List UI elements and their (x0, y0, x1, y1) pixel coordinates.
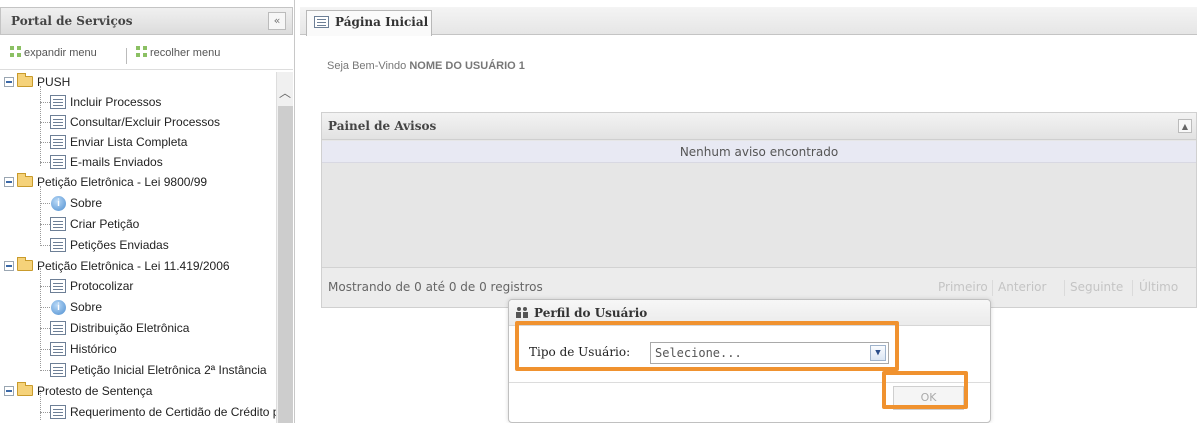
tree-item-enviar-lista[interactable]: Enviar Lista Completa (0, 132, 276, 152)
tree-item-requerimento[interactable]: Requerimento de Certidão de Crédito p (0, 402, 276, 422)
user-type-label: Tipo de Usuário: (529, 345, 631, 359)
tree-item-historico[interactable]: Histórico (0, 339, 276, 359)
user-type-select[interactable]: Selecione... ▼ (650, 342, 889, 364)
tree-item-peticoes-enviadas[interactable]: Petições Enviadas (0, 235, 276, 255)
notices-title: Painel de Avisos (328, 119, 437, 133)
document-icon (50, 95, 66, 109)
tree-label: PUSH (37, 75, 71, 89)
tree-item-distribuicao[interactable]: Distribuição Eletrônica (0, 318, 276, 338)
document-icon (50, 135, 66, 149)
scroll-up-icon[interactable]: ︿ (279, 84, 291, 101)
folder-icon (17, 382, 33, 396)
tree-item-incluir-processos[interactable]: Incluir Processos (0, 92, 276, 112)
user-type-selected-value: Selecione... (655, 346, 742, 360)
tree-label: Enviar Lista Completa (70, 135, 188, 149)
collapse-icon (136, 46, 148, 58)
tree-label: Petição Eletrônica - Lei 9800/99 (37, 175, 208, 189)
tree-label: Sobre (70, 300, 103, 314)
document-icon (50, 238, 66, 252)
folder-icon (17, 73, 33, 87)
tree-item-criar-peticao[interactable]: Criar Petição (0, 214, 276, 234)
page-icon (314, 16, 329, 28)
tab-home-label: Página Inicial (335, 15, 429, 29)
tree-scrollbar[interactable]: ︿ (276, 72, 293, 423)
pager-last-button[interactable]: Último (1139, 280, 1178, 294)
tree-folder-peticao-9800[interactable]: Petição Eletrônica - Lei 9800/99 (0, 172, 276, 192)
document-icon (50, 115, 66, 129)
info-icon: i (51, 196, 66, 211)
expand-menu-label: expandir menu (24, 47, 97, 59)
tree-item-peticao-inicial[interactable]: Petição Inicial Eletrônica 2ª Instância (0, 360, 276, 380)
collapse-panel-icon[interactable]: ▲ (1178, 119, 1192, 133)
scrollbar-thumb[interactable] (278, 106, 293, 423)
tree-folder-peticao-11419[interactable]: Petição Eletrônica - Lei 11.419/2006 (0, 256, 276, 276)
document-icon (50, 405, 66, 419)
tree-item-sobre-11419[interactable]: i Sobre (0, 297, 276, 317)
collapse-toggle-icon[interactable] (4, 77, 14, 87)
notices-empty-row: Nenhum aviso encontrado (322, 141, 1196, 163)
document-icon (50, 342, 66, 356)
left-panel-title: Portal de Serviços (11, 14, 133, 28)
pager-next-button[interactable]: Seguinte (1070, 280, 1123, 294)
folder-icon (17, 173, 33, 187)
tree-item-sobre-9800[interactable]: i Sobre (0, 193, 276, 213)
tree-label: Petição Inicial Eletrônica 2ª Instância (70, 363, 267, 377)
tree-item-emails-enviados[interactable]: E-mails Enviados (0, 152, 276, 172)
menu-toolbar: expandir menu recolher menu (0, 40, 293, 70)
records-info: Mostrando de 0 até 0 de 0 registros (328, 280, 543, 294)
left-panel-header: Portal de Serviços « (0, 7, 293, 35)
tree-label: Sobre (70, 196, 103, 210)
welcome-message: Seja Bem-Vindo NOME DO USUÁRIO 1 (327, 60, 525, 72)
collapse-toggle-icon[interactable] (4, 386, 14, 396)
collapse-panel-button[interactable]: « (268, 12, 286, 30)
collapse-menu-label: recolher menu (150, 47, 221, 59)
collapse-toggle-icon[interactable] (4, 177, 14, 187)
left-panel: Portal de Serviços « expandir menu recol… (0, 0, 295, 423)
collapse-menu-link[interactable]: recolher menu (136, 46, 220, 59)
expand-icon (10, 46, 22, 58)
folder-icon (17, 257, 33, 271)
menu-tree: PUSH Incluir Processos Consultar/Excluir… (0, 72, 276, 423)
tree-folder-protesto[interactable]: Protesto de Sentença (0, 381, 276, 401)
tree-label: Consultar/Excluir Processos (70, 115, 221, 129)
tree-label: Petições Enviadas (70, 238, 169, 252)
document-icon (50, 217, 66, 231)
tree-folder-push[interactable]: PUSH (0, 72, 276, 92)
chevron-down-icon[interactable]: ▼ (870, 345, 886, 361)
tree-label: Incluir Processos (70, 95, 162, 109)
tree-item-protocolizar[interactable]: Protocolizar (0, 276, 276, 296)
tree-label: E-mails Enviados (70, 155, 163, 169)
dialog-title: Perfil do Usuário (534, 306, 648, 320)
toolbar-divider (126, 48, 127, 64)
document-icon (50, 363, 66, 377)
document-icon (50, 155, 66, 169)
collapse-toggle-icon[interactable] (4, 261, 14, 271)
tree-label: Criar Petição (70, 217, 140, 231)
tree-label: Protesto de Sentença (37, 384, 153, 398)
info-icon: i (51, 300, 66, 315)
dialog-header: Perfil do Usuário (509, 300, 990, 326)
pager-first-button[interactable]: Primeiro (938, 280, 988, 294)
notices-panel: Painel de Avisos ▲ Nenhum aviso encontra… (321, 112, 1197, 308)
ok-button[interactable]: OK (893, 386, 964, 410)
tree-label: Protocolizar (70, 279, 134, 293)
welcome-prefix: Seja Bem-Vindo (327, 60, 407, 72)
tree-label: Requerimento de Certidão de Crédito p (70, 405, 276, 419)
document-icon (50, 321, 66, 335)
dialog-body: Tipo de Usuário: Selecione... ▼ (509, 327, 990, 383)
user-profile-dialog: Perfil do Usuário Tipo de Usuário: Selec… (508, 299, 991, 423)
tree-label: Petição Eletrônica - Lei 11.419/2006 (37, 259, 230, 273)
notices-header: Painel de Avisos ▲ (322, 113, 1196, 140)
expand-menu-link[interactable]: expandir menu (10, 46, 97, 59)
document-icon (50, 279, 66, 293)
welcome-username: NOME DO USUÁRIO 1 (409, 60, 525, 72)
users-icon (516, 307, 528, 319)
tree-label: Histórico (70, 342, 117, 356)
pager-prev-button[interactable]: Anterior (998, 280, 1046, 294)
tree-label: Distribuição Eletrônica (70, 321, 190, 335)
tab-bar: Página Inicial (300, 7, 1197, 36)
tree-item-consultar-excluir[interactable]: Consultar/Excluir Processos (0, 112, 276, 132)
tab-home[interactable]: Página Inicial (306, 10, 432, 36)
